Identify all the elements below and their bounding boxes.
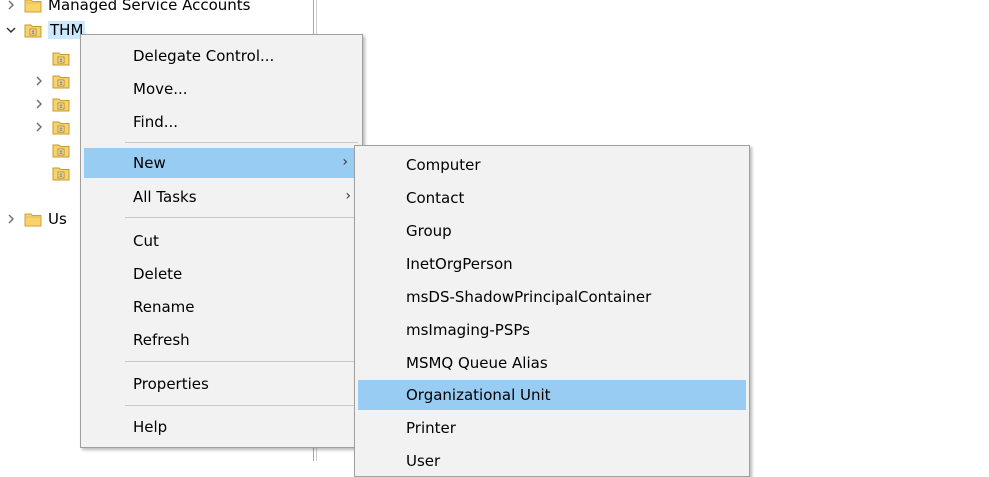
chevron-down-icon[interactable] xyxy=(4,23,18,37)
chevron-right-icon[interactable] xyxy=(32,120,46,134)
menu-separator xyxy=(125,361,358,362)
submenu-item-label: InetOrgPerson xyxy=(406,255,513,273)
menu-item-label: Find... xyxy=(133,113,179,131)
tree-item-label: Managed Service Accounts xyxy=(48,0,251,14)
submenu-item-msds-shadowprincipalcontainer[interactable]: msDS-ShadowPrincipalContainer xyxy=(355,282,749,312)
menu-item-label: New xyxy=(133,154,166,172)
menu-item-find[interactable]: Find... xyxy=(81,107,362,137)
submenu-item-label: msDS-ShadowPrincipalContainer xyxy=(406,288,652,306)
menu-item-label: Rename xyxy=(133,298,195,316)
tree-item-child-2[interactable] xyxy=(32,70,76,92)
menu-item-cut[interactable]: Cut xyxy=(81,226,362,256)
submenu-item-msmq-queue-alias[interactable]: MSMQ Queue Alias xyxy=(355,348,749,378)
menu-item-label: Cut xyxy=(133,232,159,250)
submenu-arrow-icon: › xyxy=(342,154,348,170)
ou-folder-icon xyxy=(52,119,70,135)
submenu-item-organizational-unit[interactable]: Organizational Unit xyxy=(358,380,746,410)
menu-item-move[interactable]: Move... xyxy=(81,74,362,104)
menu-item-label: Delegate Control... xyxy=(133,47,275,65)
submenu-item-contact[interactable]: Contact xyxy=(355,183,749,213)
menu-item-help[interactable]: Help xyxy=(81,412,362,442)
ou-folder-icon xyxy=(52,73,70,89)
menu-item-new[interactable]: New › xyxy=(84,148,356,178)
menu-item-delete[interactable]: Delete xyxy=(81,259,362,289)
ou-folder-icon xyxy=(52,50,70,66)
chevron-right-icon[interactable] xyxy=(32,74,46,88)
menu-item-label: Properties xyxy=(133,375,209,393)
context-menu: Delegate Control... Move... Find... New … xyxy=(80,34,363,448)
tree-item-child-3[interactable] xyxy=(32,93,76,115)
menu-item-rename[interactable]: Rename xyxy=(81,292,362,322)
submenu-item-computer[interactable]: Computer xyxy=(355,150,749,180)
menu-item-label: Help xyxy=(133,418,168,436)
submenu-item-label: User xyxy=(406,452,441,470)
ou-folder-icon xyxy=(24,22,42,38)
submenu-item-label: MSMQ Queue Alias xyxy=(406,354,548,372)
menu-separator xyxy=(125,405,358,406)
chevron-right-icon[interactable] xyxy=(32,97,46,111)
submenu-item-user[interactable]: User xyxy=(355,446,749,476)
tree-item-child-4[interactable] xyxy=(32,116,76,138)
submenu-item-label: Printer xyxy=(406,419,456,437)
menu-item-label: Refresh xyxy=(133,331,190,349)
menu-item-refresh[interactable]: Refresh xyxy=(81,325,362,355)
menu-item-delegate-control[interactable]: Delegate Control... xyxy=(81,41,362,71)
submenu-new: Computer Contact Group InetOrgPerson msD… xyxy=(354,145,750,477)
submenu-item-label: Computer xyxy=(406,156,481,174)
chevron-right-icon[interactable] xyxy=(4,212,18,226)
ou-folder-icon xyxy=(52,165,70,181)
tree-item-users[interactable]: Us xyxy=(4,208,67,230)
folder-icon xyxy=(24,0,42,13)
tree-item-child-1[interactable] xyxy=(32,47,76,69)
menu-item-label: Move... xyxy=(133,80,188,98)
menu-item-label: All Tasks xyxy=(133,188,197,206)
folder-icon xyxy=(24,211,42,227)
menu-separator xyxy=(125,142,358,143)
menu-item-label: Delete xyxy=(133,265,183,283)
chevron-right-icon[interactable] xyxy=(4,0,18,12)
tree-item-thm[interactable]: THM xyxy=(4,19,86,41)
menu-item-properties[interactable]: Properties xyxy=(81,369,362,399)
ou-folder-icon xyxy=(52,142,70,158)
menu-separator xyxy=(125,217,358,218)
submenu-item-printer[interactable]: Printer xyxy=(355,413,749,443)
submenu-arrow-icon: › xyxy=(345,188,351,204)
submenu-item-msimaging-psps[interactable]: msImaging-PSPs xyxy=(355,315,749,345)
menu-item-all-tasks[interactable]: All Tasks › xyxy=(81,182,362,212)
submenu-item-label: Contact xyxy=(406,189,465,207)
tree-item-child-6[interactable] xyxy=(32,162,76,184)
submenu-item-label: msImaging-PSPs xyxy=(406,321,530,339)
submenu-item-label: Group xyxy=(406,222,452,240)
ou-folder-icon xyxy=(52,96,70,112)
tree-item-managed-service-accounts[interactable]: Managed Service Accounts xyxy=(4,0,250,16)
submenu-item-label: Organizational Unit xyxy=(406,386,551,404)
submenu-item-inetorgperson[interactable]: InetOrgPerson xyxy=(355,249,749,279)
tree-item-label: Us xyxy=(48,210,67,228)
submenu-item-group[interactable]: Group xyxy=(355,216,749,246)
tree-item-child-5[interactable] xyxy=(32,139,76,161)
